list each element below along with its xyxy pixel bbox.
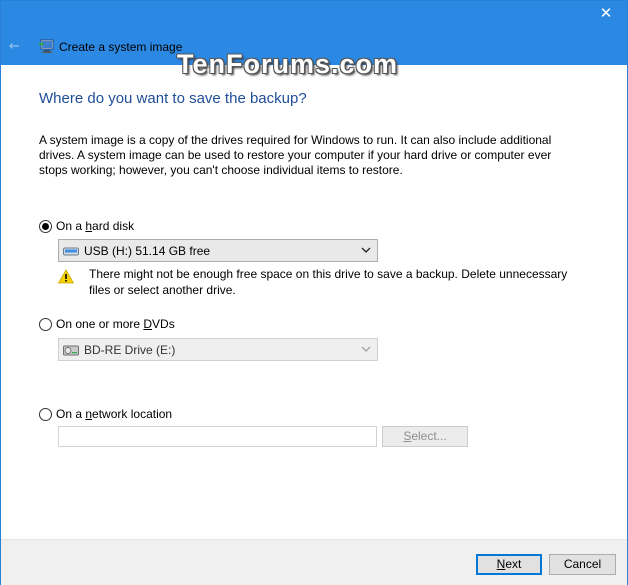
radio-network-label: On a network location	[56, 407, 173, 421]
select-network-button[interactable]: Select...	[382, 426, 468, 447]
back-button[interactable]: ←	[9, 39, 25, 55]
dialog-footer: Next Cancel	[1, 539, 627, 585]
radio-hard-disk[interactable]: On a hard disk	[39, 219, 134, 234]
radio-dvd-label: On one or more DVDs	[56, 317, 175, 331]
watermark-logo: TenForums.com	[177, 49, 399, 79]
radio-dvd-indicator[interactable]	[39, 318, 52, 331]
chevron-down-icon	[361, 346, 371, 352]
back-arrow-icon: ←	[9, 39, 20, 54]
close-button[interactable]: ✕	[591, 1, 621, 27]
radio-hard-disk-label: On a hard disk	[56, 219, 135, 233]
page-title: Where do you want to save the backup?	[39, 90, 307, 107]
radio-hard-disk-indicator[interactable]	[39, 220, 52, 233]
hard-disk-select-value: USB (H:) 51.14 GB free	[84, 243, 211, 258]
radio-network[interactable]: On a network location	[39, 407, 172, 422]
backup-app-icon	[39, 39, 54, 53]
bd-drive-icon	[63, 345, 79, 355]
dvd-select[interactable]: BD-RE Drive (E:)	[58, 338, 378, 361]
create-system-image-window: ✕ ← Create a system image TenForums.com …	[0, 0, 628, 585]
window-title: Create a system image	[59, 40, 183, 54]
radio-network-indicator[interactable]	[39, 408, 52, 421]
low-space-warning: There might not be enough free space on …	[89, 267, 568, 297]
title-bar: ✕ ← Create a system image TenForums.com	[1, 1, 627, 79]
close-icon: ✕	[599, 4, 613, 22]
chevron-down-icon	[361, 247, 371, 253]
page-description: A system image is a copy of the drives r…	[39, 133, 552, 177]
next-button[interactable]: Next	[476, 554, 542, 575]
usb-drive-icon	[63, 247, 79, 255]
radio-dvd[interactable]: On one or more DVDs	[39, 317, 175, 332]
network-path-input[interactable]	[58, 426, 377, 447]
warning-icon	[58, 269, 74, 284]
hard-disk-select[interactable]: USB (H:) 51.14 GB free	[58, 239, 378, 262]
dvd-select-value: BD-RE Drive (E:)	[84, 342, 176, 357]
cancel-button[interactable]: Cancel	[549, 554, 616, 575]
